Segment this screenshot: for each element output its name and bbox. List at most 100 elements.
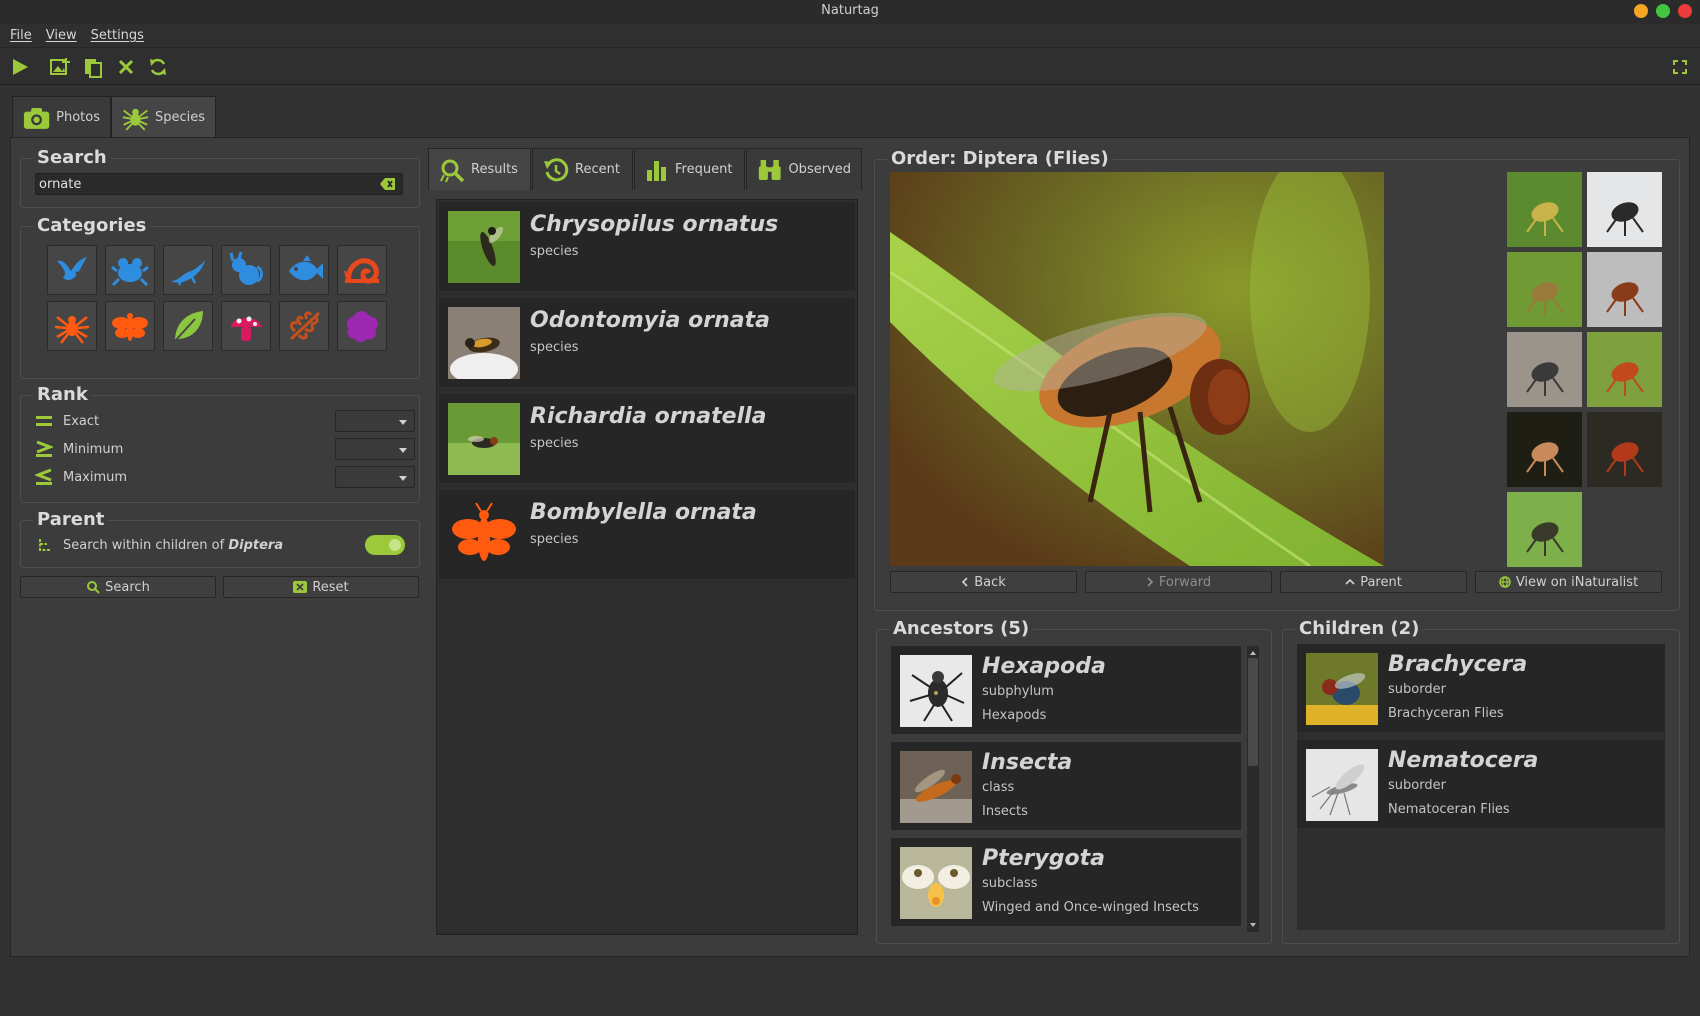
mammal-icon: [229, 251, 263, 285]
maximize-button[interactable]: [1656, 4, 1670, 18]
menu-settings[interactable]: Settings: [91, 28, 144, 43]
minimize-button[interactable]: [1634, 4, 1648, 18]
tab-species[interactable]: Species: [111, 96, 216, 138]
toolbar: [0, 49, 1700, 85]
taxon-info-group: Order: Diptera (Flies) Back Forward Pare…: [874, 148, 1680, 611]
gallery-thumbnail[interactable]: [1507, 332, 1582, 407]
list-item[interactable]: Odontomyia ornata species: [439, 298, 855, 387]
search-button[interactable]: Search: [20, 576, 216, 598]
category-insect-button[interactable]: [105, 301, 155, 351]
rank-exact-row: Exact: [35, 410, 415, 432]
category-fungus-button[interactable]: [221, 301, 271, 351]
category-spider-button[interactable]: [47, 301, 97, 351]
bar-chart-icon: [647, 160, 666, 181]
children-group: Children (2) Brachycera suborder Brachyc…: [1282, 618, 1680, 944]
gallery-thumbnail[interactable]: [1587, 252, 1662, 327]
search-input[interactable]: [36, 174, 366, 194]
run-button[interactable]: [8, 55, 32, 79]
child-item[interactable]: Brachycera suborder Brachyceran Flies: [1297, 644, 1665, 732]
scrollbar-thumb[interactable]: [1248, 658, 1258, 766]
frog-icon: [111, 258, 149, 287]
gallery-thumbnail[interactable]: [1587, 412, 1662, 487]
gallery-thumbnail[interactable]: [1507, 252, 1582, 327]
close-x-icon: [118, 59, 134, 75]
result-name: Odontomyia ornata: [530, 308, 771, 333]
category-mammal-button[interactable]: [221, 245, 271, 295]
category-chromista-button[interactable]: [337, 301, 387, 351]
rank-maximum-row: Maximum: [35, 466, 415, 488]
tree-icon: [39, 539, 51, 551]
result-rank: species: [530, 436, 579, 451]
ancestors-scrollbar[interactable]: [1247, 646, 1259, 932]
child-name: Nematocera: [1388, 748, 1539, 773]
add-images-button[interactable]: [48, 55, 72, 79]
tab-recent[interactable]: Recent: [532, 148, 633, 190]
plant-icon: [174, 311, 203, 342]
list-item[interactable]: Bombylella ornata species: [439, 490, 855, 579]
tab-recent-label: Recent: [575, 162, 620, 177]
tab-results[interactable]: Results: [428, 148, 531, 190]
paste-button[interactable]: [81, 55, 105, 79]
back-button[interactable]: Back: [890, 571, 1077, 593]
tab-frequent[interactable]: Frequent: [634, 148, 745, 190]
category-protozoa-button[interactable]: [279, 301, 329, 351]
ancestor-rank: subphylum: [982, 684, 1054, 699]
ancestor-rank: class: [982, 780, 1015, 795]
reset-button[interactable]: Reset: [223, 576, 419, 598]
chevron-up-icon: [1345, 578, 1355, 585]
ancestor-thumbnail: [900, 847, 972, 919]
gallery-thumbnail[interactable]: [1587, 332, 1662, 407]
menu-file[interactable]: File: [10, 28, 32, 43]
refresh-button[interactable]: [146, 55, 170, 79]
view-on-inaturalist-button[interactable]: View on iNaturalist: [1475, 571, 1662, 593]
gallery-thumbnail[interactable]: [1507, 492, 1582, 567]
rank-exact-select[interactable]: [335, 410, 415, 432]
category-bird-button[interactable]: [47, 245, 97, 295]
tab-photos[interactable]: Photos: [12, 96, 111, 138]
spider-icon: [54, 316, 90, 344]
clear-button[interactable]: [114, 55, 138, 79]
tab-observed[interactable]: Observed: [746, 148, 862, 190]
search-field[interactable]: [35, 173, 403, 195]
parent-button-label: Parent: [1360, 574, 1402, 590]
close-button[interactable]: [1678, 4, 1692, 18]
fungus-icon: [231, 316, 261, 341]
rank-minimum-row: Minimum: [35, 438, 415, 460]
equals-icon: [36, 416, 52, 426]
parent-button[interactable]: Parent: [1280, 571, 1467, 593]
gallery-thumbnail[interactable]: [1587, 172, 1662, 247]
list-item[interactable]: Richardia ornatella species: [439, 394, 855, 483]
insect-icon: [112, 313, 148, 341]
child-item[interactable]: Nematocera suborder Nematoceran Flies: [1297, 740, 1665, 828]
tab-observed-label: Observed: [788, 162, 851, 177]
forward-button[interactable]: Forward: [1085, 571, 1272, 593]
taxon-main-photo[interactable]: [890, 172, 1384, 566]
rank-maximum-select[interactable]: [335, 466, 415, 488]
rank-minimum-select[interactable]: [335, 438, 415, 460]
gallery-thumbnail[interactable]: [1507, 412, 1582, 487]
category-mollusk-button[interactable]: [337, 245, 387, 295]
menu-view[interactable]: View: [46, 28, 77, 43]
child-thumbnail: [1306, 749, 1378, 821]
category-plant-button[interactable]: [163, 301, 213, 351]
category-frog-button[interactable]: [105, 245, 155, 295]
ancestor-item[interactable]: Hexapoda subphylum Hexapods: [891, 646, 1241, 734]
result-rank: species: [530, 340, 579, 355]
chevron-left-icon: [962, 577, 968, 587]
view-on-inaturalist-label: View on iNaturalist: [1515, 574, 1639, 590]
categories-group-title: Categories: [33, 215, 151, 236]
category-fish-button[interactable]: [279, 245, 329, 295]
parent-toggle[interactable]: [365, 535, 405, 555]
parent-group-title: Parent: [33, 509, 109, 530]
bird-icon: [57, 257, 87, 280]
category-lizard-button[interactable]: [163, 245, 213, 295]
rank-minimum-label: Minimum: [63, 441, 124, 457]
ancestor-item[interactable]: Pterygota subclass Winged and Once-winge…: [891, 838, 1241, 926]
ancestor-item[interactable]: Insecta class Insects: [891, 742, 1241, 830]
result-rank: species: [530, 532, 579, 547]
list-item[interactable]: Chrysopilus ornatus species: [439, 202, 855, 291]
result-name: Richardia ornatella: [530, 404, 767, 429]
gallery-thumbnail[interactable]: [1507, 172, 1582, 247]
clear-search-icon[interactable]: [380, 177, 396, 191]
fullscreen-button[interactable]: [1668, 55, 1692, 79]
